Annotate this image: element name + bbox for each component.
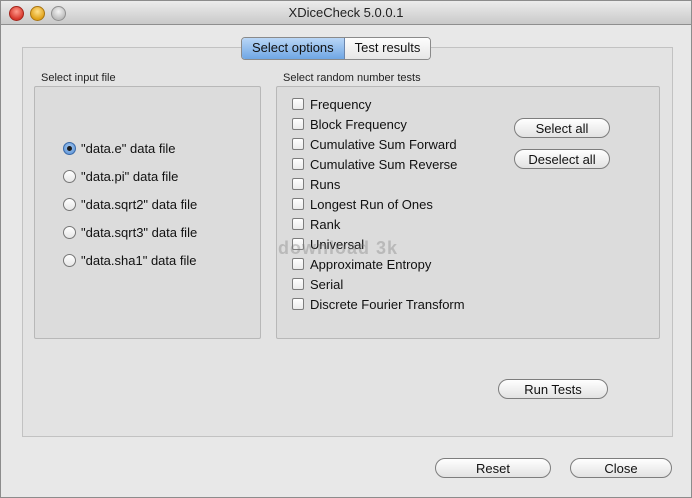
radio-button[interactable] — [63, 225, 76, 239]
checkbox[interactable] — [292, 98, 304, 110]
checkbox-cumulative-sum-reverse[interactable]: Cumulative Sum Reverse — [292, 155, 457, 173]
close-button[interactable]: Close — [570, 458, 672, 478]
radio-label: "data.pi" data file — [81, 168, 179, 184]
checkbox-label: Serial — [310, 276, 344, 292]
deselect-all-button[interactable]: Deselect all — [514, 149, 610, 169]
select-all-button[interactable]: Select all — [514, 118, 610, 138]
radio-data-sqrt3[interactable]: "data.sqrt3" data file — [63, 223, 197, 241]
radio-data-sha1[interactable]: "data.sha1" data file — [63, 251, 196, 269]
checkbox-cumulative-sum-forward[interactable]: Cumulative Sum Forward — [292, 135, 457, 153]
checkbox[interactable] — [292, 138, 304, 150]
checkbox-label: Runs — [310, 176, 341, 192]
checkbox-longest-run-of-ones[interactable]: Longest Run of Ones — [292, 195, 433, 213]
input-file-group-label: Select input file — [41, 72, 116, 84]
run-tests-button[interactable]: Run Tests — [498, 379, 608, 399]
tab-test-results[interactable]: Test results — [344, 38, 431, 59]
app-window: XDiceCheck 5.0.0.1 Select options Test r… — [0, 0, 692, 498]
checkbox-label: Frequency — [310, 96, 372, 112]
checkbox-label: Cumulative Sum Reverse — [310, 156, 458, 172]
checkbox[interactable] — [292, 118, 304, 130]
radio-button[interactable] — [63, 169, 76, 183]
checkbox-block-frequency[interactable]: Block Frequency — [292, 115, 407, 133]
checkbox-label: Longest Run of Ones — [310, 196, 433, 212]
checkbox-runs[interactable]: Runs — [292, 175, 340, 193]
radio-label: "data.sqrt2" data file — [81, 196, 198, 212]
tab-select-options[interactable]: Select options — [242, 38, 345, 59]
radio-data-pi[interactable]: "data.pi" data file — [63, 167, 178, 185]
checkbox-serial[interactable]: Serial — [292, 275, 343, 293]
watermark-logo: download 3k — [278, 238, 399, 258]
radio-data-sqrt2[interactable]: "data.sqrt2" data file — [63, 195, 197, 213]
checkbox-discrete-fourier-transform[interactable]: Discrete Fourier Transform — [292, 295, 465, 313]
window-title: XDiceCheck 5.0.0.1 — [288, 5, 404, 20]
checkbox-frequency[interactable]: Frequency — [292, 95, 371, 113]
checkbox[interactable] — [292, 258, 304, 270]
radio-button-selected[interactable] — [63, 141, 76, 155]
tab-bar: Select options Test results — [241, 37, 432, 60]
checkbox[interactable] — [292, 298, 304, 310]
checkbox[interactable] — [292, 178, 304, 190]
checkbox[interactable] — [292, 278, 304, 290]
checkbox-rank[interactable]: Rank — [292, 215, 340, 233]
radio-label: "data.e" data file — [81, 140, 176, 156]
checkbox[interactable] — [292, 198, 304, 210]
checkbox[interactable] — [292, 158, 304, 170]
title-bar: XDiceCheck 5.0.0.1 — [1, 1, 691, 25]
checkbox-label: Rank — [310, 216, 341, 232]
checkbox-label: Discrete Fourier Transform — [310, 296, 465, 312]
radio-label: "data.sqrt3" data file — [81, 224, 198, 240]
checkbox-label: Cumulative Sum Forward — [310, 136, 457, 152]
radio-button[interactable] — [63, 197, 76, 211]
radio-data-e[interactable]: "data.e" data file — [63, 139, 176, 157]
tests-group-label: Select random number tests — [283, 72, 421, 84]
checkbox-label: Block Frequency — [310, 116, 407, 132]
radio-label: "data.sha1" data file — [81, 252, 197, 268]
radio-button[interactable] — [63, 253, 76, 267]
checkbox[interactable] — [292, 218, 304, 230]
reset-button[interactable]: Reset — [435, 458, 551, 478]
